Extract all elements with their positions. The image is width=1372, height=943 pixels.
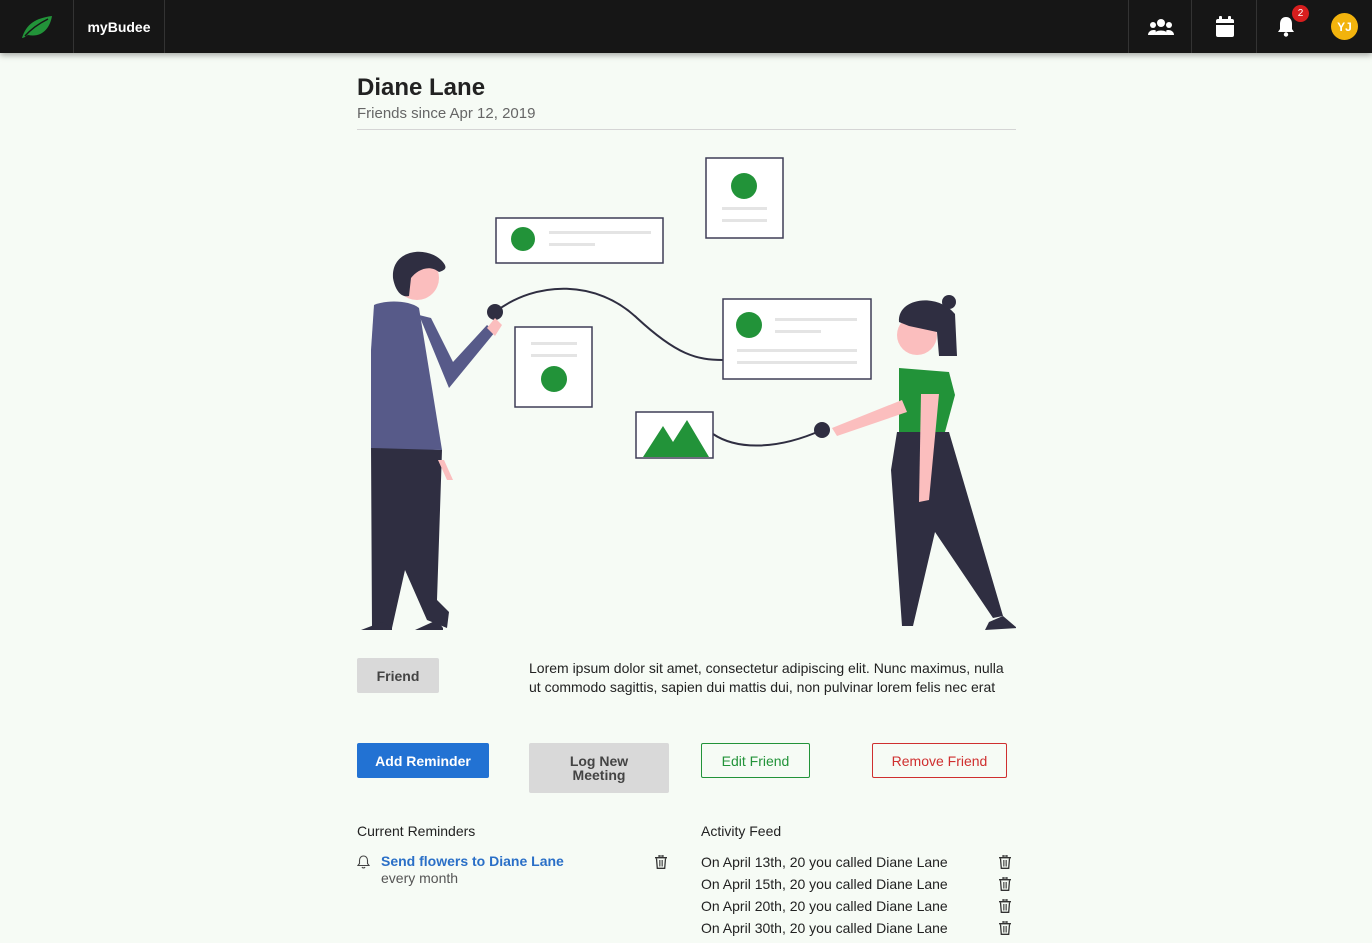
page-title: Diane Lane (357, 74, 486, 101)
reminder-title-link[interactable]: Send flowers to Diane Lane (381, 853, 564, 869)
activity-item: On April 20th, 20 you called Diane Lane (701, 898, 948, 914)
remove-friend-button[interactable]: Remove Friend (872, 743, 1007, 778)
log-meeting-button[interactable]: Log New Meeting (529, 743, 669, 793)
trash-icon[interactable] (999, 855, 1011, 869)
top-navbar: myBudee 2 YJ (0, 0, 1372, 53)
app-brand[interactable]: myBudee (74, 0, 165, 53)
reminders-heading: Current Reminders (357, 823, 476, 839)
trash-icon[interactable] (999, 899, 1011, 913)
user-avatar[interactable]: YJ (1331, 13, 1358, 40)
divider (357, 129, 1016, 130)
notification-badge: 2 (1292, 5, 1309, 22)
friends-illustration (361, 157, 1016, 630)
friend-bio: Lorem ipsum dolor sit amet, consectetur … (529, 660, 1004, 695)
activity-item: On April 15th, 20 you called Diane Lane (701, 876, 948, 892)
activity-item: On April 30th, 20 you called Diane Lane (701, 920, 948, 936)
friend-status-button[interactable]: Friend (357, 658, 439, 693)
edit-friend-button[interactable]: Edit Friend (701, 743, 810, 778)
activity-feed-heading: Activity Feed (701, 823, 782, 839)
leaf-icon[interactable] (0, 0, 74, 53)
trash-icon[interactable] (999, 921, 1011, 935)
calendar-icon (1215, 16, 1234, 37)
bell-icon (357, 855, 370, 869)
calendar-button[interactable] (1191, 0, 1257, 53)
friends-icon (1147, 18, 1174, 35)
bell-icon (1277, 17, 1294, 37)
add-reminder-button[interactable]: Add Reminder (357, 743, 489, 778)
activity-item: On April 13th, 20 you called Diane Lane (701, 854, 948, 870)
friends-since: Friends since Apr 12, 2019 (357, 105, 536, 122)
reminder-frequency: every month (381, 870, 459, 886)
trash-icon[interactable] (999, 877, 1011, 891)
trash-icon[interactable] (655, 855, 667, 869)
friends-button[interactable] (1128, 0, 1192, 53)
